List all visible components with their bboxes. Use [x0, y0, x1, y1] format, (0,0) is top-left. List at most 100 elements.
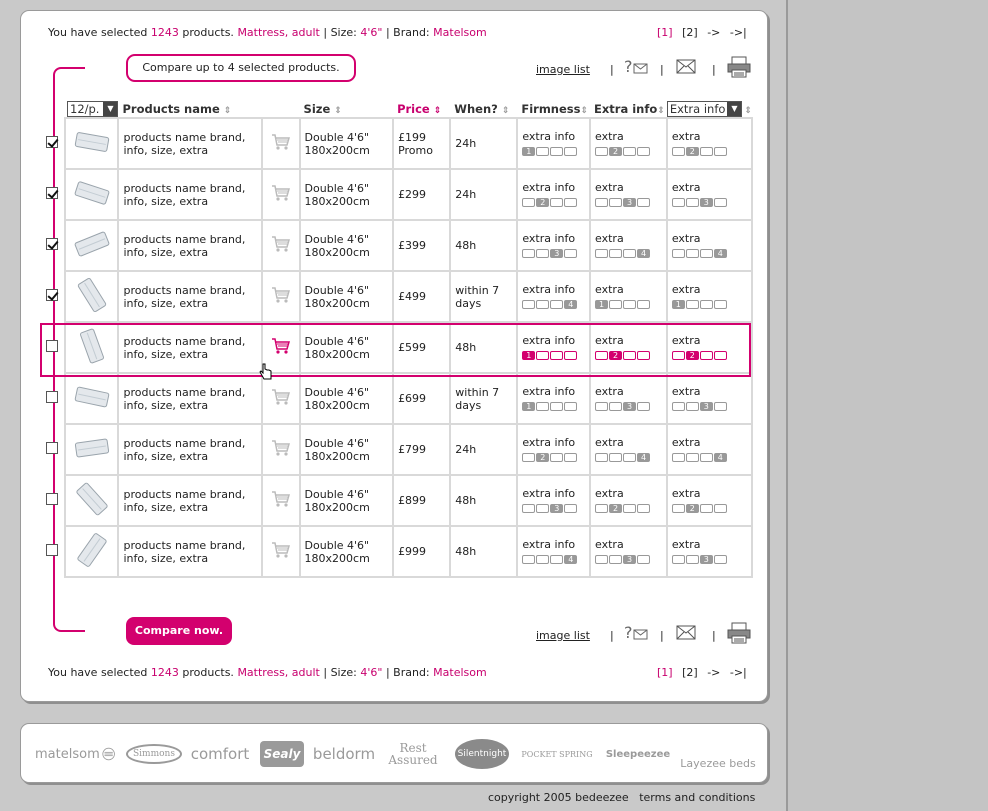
- next-page-link[interactable]: ->: [707, 26, 720, 39]
- print-icon[interactable]: [726, 622, 752, 644]
- size-header[interactable]: Size ⇕: [300, 100, 394, 118]
- table-row[interactable]: products name brand, info, size, extra Do…: [39, 423, 754, 476]
- image-list-link[interactable]: image list: [536, 63, 590, 76]
- product-price: £799: [392, 423, 452, 476]
- product-thumbnail[interactable]: [63, 525, 120, 578]
- table-row[interactable]: products name brand, info, size, extra Do…: [39, 270, 754, 323]
- name-header[interactable]: Products name ⇕: [118, 100, 261, 118]
- extra-info-header[interactable]: Extra info⇕: [590, 100, 667, 118]
- product-name[interactable]: products name brand, info, size, extra: [117, 525, 263, 578]
- price-header[interactable]: Price ⇕: [393, 100, 450, 118]
- brand-logo-silentnight[interactable]: Silentnight: [453, 724, 511, 784]
- brand-logo-sleepeezee[interactable]: Sleepeezee: [603, 724, 673, 784]
- brand-logo-comfort[interactable]: comfort: [189, 724, 251, 784]
- row-checkbox[interactable]: [45, 442, 58, 454]
- rating-box-empty: [595, 504, 609, 513]
- cart-icon[interactable]: [260, 423, 301, 476]
- row-checkbox[interactable]: [45, 238, 58, 250]
- product-thumbnail[interactable]: [63, 168, 120, 221]
- product-name[interactable]: products name brand, info, size, extra: [117, 474, 263, 527]
- image-list-link[interactable]: image list: [536, 629, 590, 642]
- table-row[interactable]: products name brand, info, size, extra Do…: [39, 372, 754, 425]
- product-name[interactable]: products name brand, info, size, extra: [117, 372, 263, 425]
- row-checkbox[interactable]: [45, 391, 58, 403]
- pager-bottom: [1] [2] -> ->|: [657, 666, 753, 679]
- rating-box-filled: 3: [699, 555, 713, 564]
- firmness-cell: extra info 2: [516, 168, 592, 221]
- brand-logo-sealy[interactable]: Sealy: [259, 724, 305, 784]
- product-thumbnail[interactable]: [63, 117, 120, 170]
- table-row[interactable]: products name brand, info, size, extra Do…: [39, 219, 754, 272]
- brand-logo-beldorm[interactable]: beldorm: [311, 724, 377, 784]
- extra-info-select-cell: extra 4: [665, 423, 754, 476]
- compare-now-button[interactable]: Compare now.: [126, 617, 232, 645]
- page-1-link[interactable]: [1]: [657, 666, 673, 679]
- page-2-link[interactable]: [2]: [682, 26, 698, 39]
- page-2-link[interactable]: [2]: [682, 666, 698, 679]
- rating-box-empty: [522, 504, 536, 513]
- when-header[interactable]: When? ⇕: [450, 100, 517, 118]
- product-name[interactable]: products name brand, info, size, extra: [117, 219, 263, 272]
- product-thumbnail[interactable]: [63, 474, 120, 527]
- window-edge: [786, 0, 988, 811]
- rating-box-empty: [713, 402, 727, 411]
- page-1-link[interactable]: [1]: [657, 26, 673, 39]
- cart-icon[interactable]: [260, 219, 301, 272]
- last-page-link[interactable]: ->|: [730, 26, 747, 39]
- brand-logo-matelsom[interactable]: matelsom: [35, 724, 115, 784]
- email-icon[interactable]: [674, 56, 700, 76]
- table-row[interactable]: products name brand, info, size, extra Do…: [39, 474, 754, 527]
- table-row[interactable]: products name brand, info, size, extra Do…: [39, 168, 754, 221]
- product-size: Double 4'6" 180x200cm: [298, 474, 395, 527]
- size-link[interactable]: 4'6": [360, 26, 382, 39]
- rating-box-empty: [699, 453, 713, 462]
- product-thumbnail[interactable]: [63, 423, 120, 476]
- selection-summary-top: You have selected 1243 products. Mattres…: [48, 26, 487, 39]
- row-checkbox[interactable]: [45, 544, 58, 556]
- per-page-select[interactable]: 12/p. ▼: [67, 100, 119, 117]
- row-checkbox[interactable]: [45, 289, 58, 301]
- product-name[interactable]: products name brand, info, size, extra: [117, 423, 263, 476]
- row-checkbox[interactable]: [45, 493, 58, 505]
- last-page-link[interactable]: ->|: [730, 666, 747, 679]
- row-checkbox[interactable]: [45, 187, 58, 199]
- rating-box-empty: [536, 555, 550, 564]
- cart-icon[interactable]: [260, 270, 301, 323]
- email-icon[interactable]: [674, 622, 700, 642]
- table-row[interactable]: products name brand, info, size, extra Do…: [39, 117, 754, 170]
- product-name[interactable]: products name brand, info, size, extra: [117, 270, 263, 323]
- cart-icon[interactable]: [260, 117, 301, 170]
- row-checkbox[interactable]: [45, 136, 58, 148]
- print-icon[interactable]: [726, 56, 752, 78]
- cart-icon[interactable]: [260, 474, 301, 527]
- table-row[interactable]: products name brand, info, size, extra Do…: [39, 525, 754, 578]
- cart-icon[interactable]: [260, 525, 301, 578]
- rating-boxes: 3: [522, 502, 585, 515]
- brand-logo-simmons[interactable]: Simmons: [125, 724, 183, 784]
- sort-active-icon: ⇕: [433, 105, 442, 116]
- product-thumbnail[interactable]: [63, 270, 120, 323]
- ask-question-icon[interactable]: ?: [624, 56, 650, 76]
- terms-link[interactable]: terms and conditions: [639, 791, 755, 804]
- extra-info-select[interactable]: Extra info ▼: [666, 100, 743, 117]
- cart-icon[interactable]: [260, 168, 301, 221]
- summary-prefix: You have selected: [48, 666, 148, 679]
- selection-summary-bottom: You have selected 1243 products. Mattres…: [48, 666, 487, 679]
- product-name[interactable]: products name brand, info, size, extra: [117, 117, 263, 170]
- next-page-link[interactable]: ->: [707, 666, 720, 679]
- delivery-time: 48h: [449, 525, 519, 578]
- firmness-header[interactable]: Firmness⇕: [517, 100, 590, 118]
- rating-box-empty: [536, 504, 550, 513]
- brand-logo-pocket-spring[interactable]: POCKET SPRING: [521, 724, 592, 784]
- brand-logo-layezee-beds[interactable]: Layezee beds: [680, 724, 755, 784]
- product-name[interactable]: products name brand, info, size, extra: [117, 168, 263, 221]
- category-link[interactable]: Mattress, adult: [237, 666, 319, 679]
- product-thumbnail[interactable]: [63, 219, 120, 272]
- brand-link[interactable]: Matelsom: [433, 666, 487, 679]
- category-link[interactable]: Mattress, adult: [237, 26, 319, 39]
- brand-logo-rest-assured[interactable]: Rest Assured: [385, 724, 441, 784]
- brand-link[interactable]: Matelsom: [433, 26, 487, 39]
- size-link[interactable]: 4'6": [360, 666, 382, 679]
- ask-question-icon[interactable]: ?: [624, 622, 650, 642]
- product-thumbnail[interactable]: [63, 372, 120, 425]
